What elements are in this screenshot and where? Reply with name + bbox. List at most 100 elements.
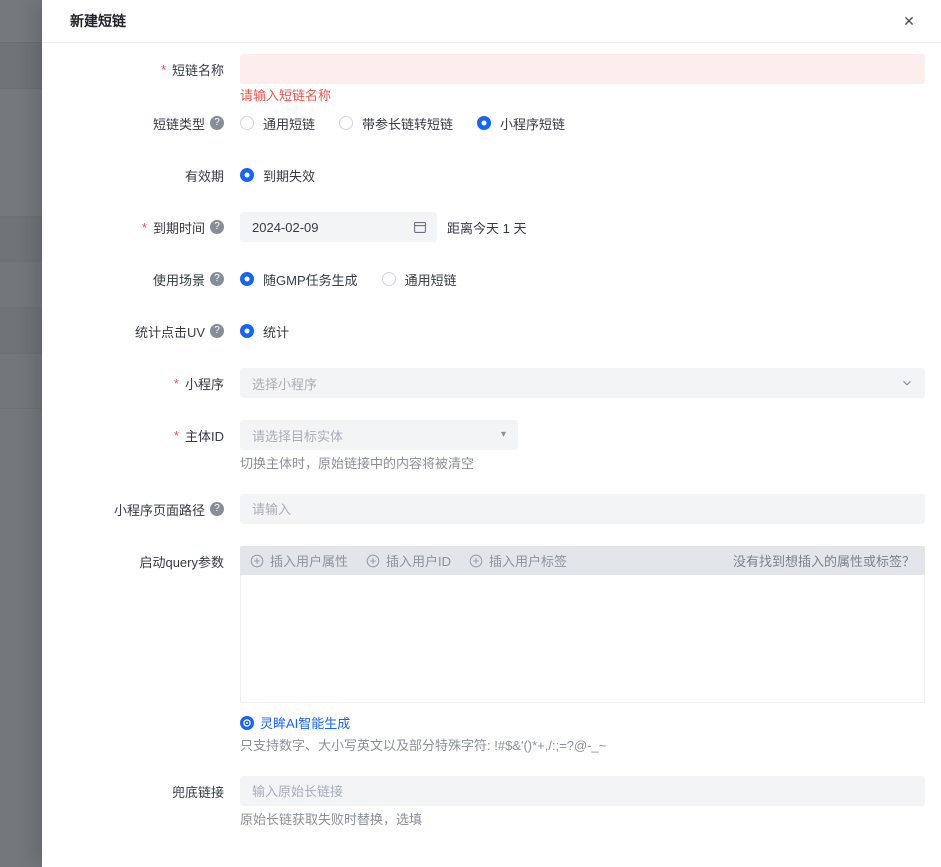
radio-indicator-checked bbox=[477, 116, 492, 130]
backdrop-band bbox=[0, 217, 42, 262]
radio-option-scene-generic[interactable]: 通用短链 bbox=[381, 270, 457, 289]
drawer-body: * 短链名称 请输入短链名称 短链类型 ? 通用短链 带参长链转短链 小程序短链… bbox=[42, 43, 941, 867]
help-icon[interactable]: ? bbox=[210, 502, 224, 516]
entity-label: * 主体ID bbox=[42, 420, 224, 450]
name-input[interactable] bbox=[240, 54, 925, 84]
ai-logo-icon bbox=[240, 715, 254, 730]
fallback-input[interactable] bbox=[240, 776, 925, 806]
type-radio-group: 通用短链 带参长链转短链 小程序短链 bbox=[240, 108, 925, 138]
drawer-header: 新建短链 ✕ bbox=[42, 0, 941, 43]
name-label-text: 短链名称 bbox=[171, 62, 224, 78]
query-textarea[interactable] bbox=[240, 575, 925, 703]
radio-option-miniprogram[interactable]: 小程序短链 bbox=[477, 114, 565, 133]
caret-down-icon: ▾ bbox=[500, 429, 506, 440]
scene-label-text: 使用场景 bbox=[152, 272, 205, 288]
query-label-text: 启动query参数 bbox=[139, 554, 224, 570]
radio-label: 通用短链 bbox=[263, 116, 316, 132]
insert-user-id-button[interactable]: 插入用户ID bbox=[366, 551, 451, 570]
radio-option-generic[interactable]: 通用短链 bbox=[240, 114, 315, 133]
radio-label: 带参长链转短链 bbox=[362, 116, 454, 132]
page-path-control bbox=[240, 494, 925, 524]
scene-label: 使用场景 ? bbox=[42, 264, 224, 294]
scene-radio-group: 随GMP任务生成 通用短链 bbox=[240, 264, 925, 294]
form-row-miniprogram: * 小程序 选择小程序 bbox=[42, 368, 925, 398]
validity-radio-group: 到期失效 bbox=[240, 160, 925, 190]
type-label-text: 短链类型 bbox=[152, 116, 205, 132]
expire-control: 2024-02-09 距离今天 1 天 bbox=[240, 212, 925, 242]
help-icon[interactable]: ? bbox=[210, 220, 224, 234]
form-row-uv: 统计点击UV ? 统计 bbox=[42, 316, 925, 346]
required-mark: * bbox=[173, 375, 179, 391]
create-shortlink-drawer: 新建短链 ✕ * 短链名称 请输入短链名称 短链类型 ? 通用短链 带参长链转短… bbox=[42, 0, 941, 867]
drawer-title: 新建短链 bbox=[70, 13, 126, 29]
query-toolbar: 插入用户属性 插入用户ID 插入用户标签 没有找到想插入的属性或标签？ bbox=[240, 546, 925, 575]
radio-indicator-checked bbox=[240, 272, 254, 286]
expire-date-value: 2024-02-09 bbox=[252, 219, 319, 235]
required-mark: * bbox=[141, 219, 147, 235]
page-path-label-text: 小程序页面路径 bbox=[113, 502, 205, 518]
expire-label: * 到期时间 ? bbox=[42, 212, 224, 242]
form-row-scene: 使用场景 ? 随GMP任务生成 通用短链 bbox=[42, 264, 925, 294]
scene-control: 随GMP任务生成 通用短链 bbox=[240, 264, 925, 294]
fallback-label-text: 兜底链接 bbox=[171, 784, 224, 800]
insert-user-id-label: 插入用户ID bbox=[386, 554, 452, 569]
radio-label: 小程序短链 bbox=[500, 116, 566, 132]
help-icon[interactable]: ? bbox=[210, 272, 224, 286]
page-path-label: 小程序页面路径 ? bbox=[42, 494, 224, 524]
validity-label-text: 有效期 bbox=[184, 168, 224, 184]
radio-indicator-checked bbox=[240, 168, 254, 182]
radio-option-gmp-task[interactable]: 随GMP任务生成 bbox=[240, 270, 358, 289]
page-path-input[interactable] bbox=[240, 494, 925, 524]
entity-placeholder: 请选择目标实体 bbox=[252, 428, 344, 444]
required-mark: * bbox=[160, 61, 166, 77]
radio-option-count[interactable]: 统计 bbox=[240, 322, 289, 341]
radio-option-longlink[interactable]: 带参长链转短链 bbox=[339, 114, 453, 133]
entity-label-text: 主体ID bbox=[184, 428, 224, 444]
expire-label-text: 到期时间 bbox=[152, 220, 205, 236]
ai-generate-link[interactable]: 灵眸AI智能生成 bbox=[240, 713, 925, 732]
form-row-fallback: 兜底链接 原始长链获取失败时替换，选填 bbox=[42, 776, 925, 828]
backdrop-band bbox=[0, 409, 42, 867]
chevron-down-icon bbox=[903, 380, 911, 386]
modal-backdrop[interactable] bbox=[0, 0, 42, 867]
query-label: 启动query参数 bbox=[42, 546, 224, 576]
entity-select[interactable]: 请选择目标实体 ▾ bbox=[240, 420, 518, 450]
backdrop-band bbox=[0, 262, 42, 308]
radio-label: 统计 bbox=[263, 324, 290, 340]
backdrop-band bbox=[0, 43, 42, 89]
miniprogram-label-text: 小程序 bbox=[184, 376, 224, 392]
expire-date-picker[interactable]: 2024-02-09 bbox=[240, 212, 437, 242]
radio-indicator-checked bbox=[240, 324, 254, 338]
entity-control: 请选择目标实体 ▾ 切换主体时，原始链接中的内容将被清空 bbox=[240, 420, 925, 472]
circle-plus-icon bbox=[366, 554, 380, 568]
circle-plus-icon bbox=[469, 554, 483, 568]
backdrop-band bbox=[0, 89, 42, 217]
type-control: 通用短链 带参长链转短链 小程序短链 bbox=[240, 108, 925, 138]
backdrop-band bbox=[0, 0, 42, 43]
expire-line: 2024-02-09 距离今天 1 天 bbox=[240, 212, 925, 242]
backdrop-band bbox=[0, 308, 42, 354]
entity-hint: 切换主体时，原始链接中的内容将被清空 bbox=[240, 456, 475, 471]
uv-control: 统计 bbox=[240, 316, 925, 346]
insert-user-tag-button[interactable]: 插入用户标签 bbox=[469, 551, 567, 570]
close-icon[interactable]: ✕ bbox=[897, 9, 921, 33]
radio-option-expire-invalid[interactable]: 到期失效 bbox=[240, 166, 315, 185]
uv-radio-group: 统计 bbox=[240, 316, 925, 346]
insert-user-attribute-label: 插入用户属性 bbox=[270, 554, 349, 569]
radio-label: 到期失效 bbox=[263, 168, 316, 184]
uv-label: 统计点击UV ? bbox=[42, 316, 224, 346]
query-hint: 只支持数字、大小写英文以及部分特殊字符: !#$&'()*+,/:;=?@-_~ bbox=[240, 738, 607, 753]
miniprogram-select[interactable]: 选择小程序 bbox=[240, 368, 925, 398]
form-row-query: 启动query参数 插入用户属性 插入用户ID 插入用户标签 没有找到想插入的属… bbox=[42, 546, 925, 754]
help-icon[interactable]: ? bbox=[210, 116, 224, 130]
radio-indicator bbox=[339, 116, 354, 130]
uv-label-text: 统计点击UV bbox=[134, 324, 205, 340]
circle-plus-icon bbox=[250, 554, 264, 568]
radio-indicator bbox=[381, 272, 396, 286]
attribute-not-found-link[interactable]: 没有找到想插入的属性或标签？ bbox=[733, 551, 915, 570]
radio-indicator bbox=[240, 116, 254, 130]
ai-generate-label: 灵眸AI智能生成 bbox=[260, 716, 351, 731]
insert-user-attribute-button[interactable]: 插入用户属性 bbox=[250, 551, 348, 570]
help-icon[interactable]: ? bbox=[210, 324, 224, 338]
insert-user-tag-label: 插入用户标签 bbox=[489, 554, 568, 569]
